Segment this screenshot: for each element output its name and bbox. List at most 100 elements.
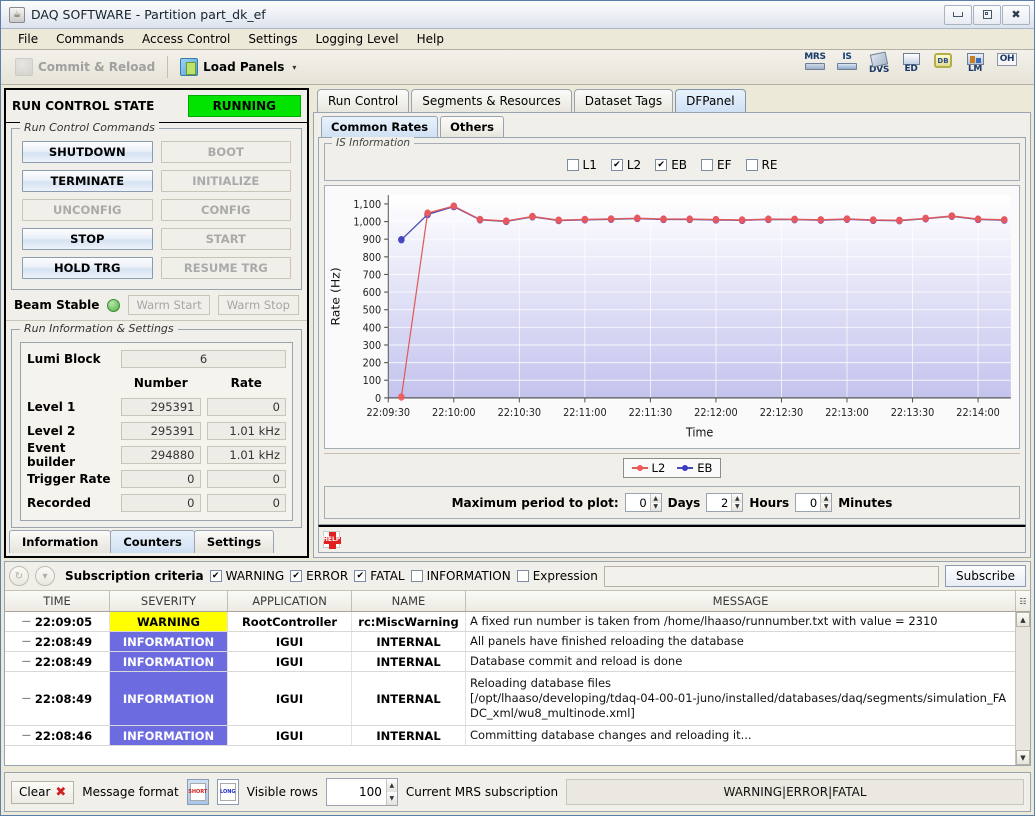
legend-item-l2[interactable]: L2 xyxy=(632,461,665,475)
db-icon[interactable]: DB xyxy=(930,53,956,81)
checkbox-eb[interactable]: EB xyxy=(655,158,687,172)
column-header-application[interactable]: APPLICATION xyxy=(228,591,352,611)
help-icon[interactable]: HELP xyxy=(323,531,341,549)
tab-settings[interactable]: Settings xyxy=(193,530,275,553)
filter-warning-box[interactable] xyxy=(209,570,222,582)
menu-settings[interactable]: Settings xyxy=(239,30,306,48)
checkbox-l2-box[interactable] xyxy=(610,159,623,171)
filter-expression-box[interactable] xyxy=(516,570,529,582)
menu-commands[interactable]: Commands xyxy=(47,30,133,48)
hours-spinner[interactable]: 2 ▲ ▼ xyxy=(706,493,744,512)
message-scrollbar[interactable]: ▲ ▼ xyxy=(1015,612,1030,765)
checkbox-eb-box[interactable] xyxy=(655,159,668,171)
shutdown-button[interactable]: SHUTDOWN xyxy=(22,141,153,163)
subscribe-button[interactable]: Subscribe xyxy=(945,565,1026,587)
tab-counters[interactable]: Counters xyxy=(110,530,195,553)
maximize-button[interactable] xyxy=(973,4,1001,25)
filter-information[interactable]: INFORMATION xyxy=(410,569,511,583)
visible-rows-spinner[interactable]: 100 ▲ ▼ xyxy=(325,778,398,806)
minutes-spinner[interactable]: 0 ▲ ▼ xyxy=(795,493,833,512)
checkbox-l1[interactable]: L1 xyxy=(566,158,597,172)
filter-expression[interactable]: Expression xyxy=(516,569,598,583)
minimize-button[interactable] xyxy=(944,4,972,25)
scroll-up-icon[interactable]: ▲ xyxy=(1016,612,1030,627)
stop-button[interactable]: STOP xyxy=(22,228,153,250)
filter-warning[interactable]: WARNING xyxy=(209,569,284,583)
subtab-common-rates[interactable]: Common Rates xyxy=(321,116,439,137)
column-header-name[interactable]: NAME xyxy=(352,591,466,611)
menu-logging-level[interactable]: Logging Level xyxy=(307,30,408,48)
minutes-value[interactable]: 0 xyxy=(796,494,820,511)
format-short-button[interactable]: SHORT xyxy=(186,779,209,805)
ed-icon[interactable]: ED xyxy=(898,53,924,81)
scrollbar-track[interactable] xyxy=(1016,627,1030,750)
svg-text:22:11:00: 22:11:00 xyxy=(563,407,607,420)
filter-error-box[interactable] xyxy=(290,570,303,582)
hours-value[interactable]: 2 xyxy=(707,494,731,511)
message-rows-area[interactable]: 22:09:05 WARNING RootController rc:MiscW… xyxy=(5,612,1030,765)
visible-rows-value[interactable]: 100 xyxy=(327,779,386,805)
checkbox-re-box[interactable] xyxy=(745,159,758,171)
svg-text:22:09:30: 22:09:30 xyxy=(367,407,411,420)
menu-access-control[interactable]: Access Control xyxy=(133,30,239,48)
filter-information-box[interactable] xyxy=(410,570,423,582)
tab-dfpanel[interactable]: DFPanel xyxy=(675,89,746,112)
visible-rows-arrows[interactable]: ▲ ▼ xyxy=(385,779,397,805)
is-icon[interactable]: IS xyxy=(834,53,860,81)
checkbox-l2[interactable]: L2 xyxy=(610,158,641,172)
dvs-icon[interactable]: DVS xyxy=(866,51,892,81)
table-row[interactable]: 22:08:49 INFORMATION IGUI INTERNAL All p… xyxy=(5,632,1015,652)
table-row[interactable]: 22:08:49 INFORMATION IGUI INTERNAL Datab… xyxy=(5,652,1015,672)
days-value[interactable]: 0 xyxy=(626,494,650,511)
format-long-button[interactable]: LONG xyxy=(216,779,239,805)
run-information-table: Lumi Block 6 Number Rate Level 1 295391 … xyxy=(20,342,293,521)
close-button[interactable]: ✖ xyxy=(1002,4,1030,25)
command-button-grid: SHUTDOWN BOOT TERMINATE INITIALIZE UNCON… xyxy=(18,139,295,283)
subtab-others[interactable]: Others xyxy=(440,116,504,137)
rate-chart[interactable]: 0 100 200 300 400 500 600 700 800 900 1,000 1,100 22… xyxy=(324,185,1020,449)
oh-icon[interactable]: OH xyxy=(994,53,1020,81)
clear-button[interactable]: Clear ✖ xyxy=(11,780,75,804)
mrs-icon[interactable]: MRS xyxy=(802,53,828,81)
column-header-severity[interactable]: SEVERITY xyxy=(110,591,228,611)
tab-run-control[interactable]: Run Control xyxy=(317,89,410,112)
filter-fatal-box[interactable] xyxy=(354,570,367,582)
boot-button: BOOT xyxy=(160,141,291,163)
tab-information[interactable]: Information xyxy=(9,530,112,553)
checkbox-ef-box[interactable] xyxy=(701,159,714,171)
menu-file[interactable]: File xyxy=(9,30,47,48)
scroll-down-icon[interactable]: ▼ xyxy=(1016,750,1030,765)
hold-trg-button[interactable]: HOLD TRG xyxy=(22,257,153,279)
filter-icon[interactable]: ▾ xyxy=(35,566,55,586)
minutes-spinner-arrows[interactable]: ▲ ▼ xyxy=(820,494,832,511)
column-header-message[interactable]: MESSAGE xyxy=(466,591,1016,611)
table-corner-button[interactable]: ☷ xyxy=(1016,591,1030,611)
hours-spinner-arrows[interactable]: ▲ ▼ xyxy=(731,494,743,511)
expression-input[interactable] xyxy=(603,565,940,587)
table-row[interactable]: 22:08:49 INFORMATION IGUI INTERNAL Reloa… xyxy=(5,672,1015,726)
tab-segments-resources[interactable]: Segments & Resources xyxy=(411,89,572,112)
menu-help[interactable]: Help xyxy=(408,30,453,48)
tab-dataset-tags[interactable]: Dataset Tags xyxy=(573,89,674,112)
table-row[interactable]: 22:08:46 INFORMATION IGUI INTERNAL Commi… xyxy=(5,726,1015,746)
terminate-button[interactable]: TERMINATE xyxy=(22,170,153,192)
filter-error[interactable]: ERROR xyxy=(290,569,348,583)
chevron-down-icon[interactable]: ▾ xyxy=(292,63,296,72)
checkbox-l1-box[interactable] xyxy=(566,159,579,171)
load-panels-button[interactable]: Load Panels ▾ xyxy=(172,55,304,79)
column-header-time[interactable]: TIME xyxy=(5,591,110,611)
refresh-icon[interactable]: ↻ xyxy=(9,566,29,586)
commit-reload-button[interactable]: Commit & Reload xyxy=(7,55,163,79)
minutes-label: Minutes xyxy=(838,495,893,510)
table-row[interactable]: 22:09:05 WARNING RootController rc:MiscW… xyxy=(5,612,1015,632)
load-panels-label: Load Panels xyxy=(203,60,285,74)
days-spinner[interactable]: 0 ▲ ▼ xyxy=(624,493,662,512)
days-spinner-arrows[interactable]: ▲ ▼ xyxy=(649,494,661,511)
checkbox-re[interactable]: RE xyxy=(745,158,777,172)
row-application: IGUI xyxy=(228,672,352,725)
lm-icon[interactable]: LM xyxy=(962,53,988,81)
column-header-rate: Rate xyxy=(230,376,262,390)
filter-fatal[interactable]: FATAL xyxy=(354,569,405,583)
checkbox-ef[interactable]: EF xyxy=(701,158,732,172)
legend-item-eb[interactable]: EB xyxy=(677,461,712,475)
